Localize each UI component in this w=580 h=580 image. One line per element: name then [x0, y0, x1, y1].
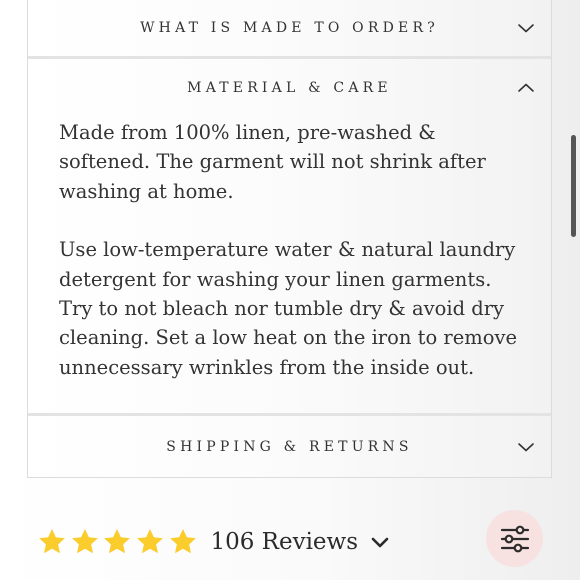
- accordion-divider: [28, 56, 551, 59]
- filter-button[interactable]: [486, 510, 543, 567]
- accordion-header-made-to-order[interactable]: WHAT IS MADE TO ORDER?: [28, 0, 551, 56]
- accordion-panel-material-care: Made from 100% linen, pre-washed & softe…: [59, 118, 529, 382]
- reviews-count: 106 Reviews: [210, 529, 359, 555]
- accordion-title: SHIPPING & RETURNS: [166, 439, 413, 455]
- sliders-icon: [500, 525, 529, 552]
- accordion-header-material-care[interactable]: MATERIAL & CARE: [28, 60, 551, 116]
- star-icon: [169, 529, 196, 554]
- scrollbar-thumb[interactable]: [571, 135, 576, 237]
- chevron-down-icon[interactable]: [370, 532, 390, 552]
- star-icon: [104, 529, 131, 554]
- accordion-title: MATERIAL & CARE: [187, 80, 392, 96]
- care-paragraph: Made from 100% linen, pre-washed & softe…: [59, 121, 486, 203]
- accordion-header-shipping-returns[interactable]: SHIPPING & RETURNS: [28, 419, 551, 475]
- product-details-page: WHAT IS MADE TO ORDER? MATERIAL & CARE M…: [0, 0, 580, 580]
- product-info-accordion: WHAT IS MADE TO ORDER? MATERIAL & CARE M…: [27, 0, 552, 478]
- chevron-down-icon: [518, 443, 534, 452]
- accordion-title: WHAT IS MADE TO ORDER?: [140, 20, 439, 36]
- accordion-divider: [28, 413, 551, 416]
- star-rating: [37, 527, 200, 557]
- star-icon: [137, 529, 163, 554]
- chevron-up-icon: [518, 83, 534, 92]
- chevron-down-icon: [518, 24, 534, 33]
- star-icon: [39, 529, 65, 554]
- reviews-summary[interactable]: 106 Reviews: [37, 522, 390, 562]
- care-paragraph: Use low-temperature water & natural laun…: [59, 238, 518, 379]
- star-icon: [71, 529, 98, 554]
